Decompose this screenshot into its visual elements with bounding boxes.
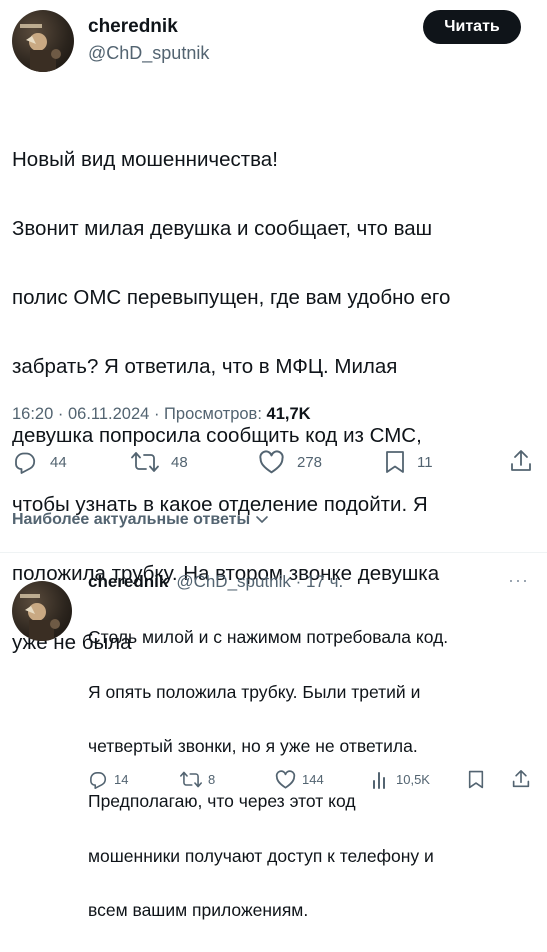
reply-like-button[interactable]: 144 — [275, 770, 324, 789]
reply-text-line: всем вашим приложениям. — [88, 900, 309, 921]
reply-bookmark-button[interactable] — [468, 770, 484, 789]
reply-author-name[interactable]: cherednik — [88, 572, 168, 592]
follow-button[interactable]: Читать — [423, 10, 521, 44]
like-button[interactable]: 278 — [258, 450, 322, 474]
more-icon[interactable]: ··· — [508, 570, 529, 591]
reply-text-line: Предполагаю, что через этот код — [88, 791, 356, 812]
chevron-down-icon — [256, 516, 268, 523]
author-name[interactable]: cherednik — [88, 16, 178, 38]
reply-views-count: 10,5K — [396, 772, 430, 787]
tweet-meta: 16:20 · 06.11.2024 · Просмотров: 41,7K — [12, 405, 311, 424]
reply-repost-count: 8 — [208, 772, 216, 787]
reply-author-handle[interactable]: @ChD_sputnik — [176, 572, 291, 592]
reply-repost-button[interactable]: 8 — [180, 770, 215, 789]
repost-icon — [131, 452, 159, 472]
tweet-text-line: забрать? Я ответила, что в МФЦ. Милая — [12, 354, 398, 378]
bookmark-icon — [386, 451, 404, 473]
divider — [0, 552, 547, 553]
tweet-actions: 44 48 278 11 — [0, 448, 547, 476]
reply-icon — [15, 452, 36, 474]
reply-share-button[interactable] — [512, 769, 530, 789]
reply-count: 44 — [50, 453, 67, 471]
meta-separator: · — [153, 405, 160, 423]
reply-actions: 14 8 144 10,5K — [0, 768, 547, 792]
reply-author-avatar[interactable] — [12, 581, 72, 641]
reply-like-count: 144 — [302, 772, 324, 787]
avatar-image — [20, 594, 60, 641]
reply-separator: · — [290, 572, 307, 591]
like-count: 278 — [297, 453, 323, 471]
reply-button[interactable]: 44 — [12, 450, 67, 474]
share-icon — [512, 769, 530, 788]
reply-reply-count: 14 — [114, 772, 129, 787]
reply-reply-button[interactable]: 14 — [88, 770, 128, 789]
reply-text-line: Столь милой и с нажимом потребовала код. — [88, 627, 449, 648]
meta-separator: · — [57, 405, 64, 423]
like-icon — [275, 770, 296, 789]
like-icon — [259, 450, 284, 474]
tweet-date[interactable]: 06.11.2024 — [68, 405, 149, 423]
repost-count: 48 — [171, 453, 188, 471]
author-handle[interactable]: @ChD_sputnik — [88, 43, 209, 64]
replies-sort-dropdown[interactable]: Наиболее актуальные ответы — [12, 511, 269, 529]
tweet-time[interactable]: 16:20 — [12, 405, 53, 423]
bookmark-count: 11 — [417, 453, 433, 471]
avatar-image — [20, 24, 61, 72]
reply-views-button[interactable]: 10,5K — [372, 770, 430, 789]
author-avatar[interactable] — [12, 10, 74, 72]
bookmark-button[interactable]: 11 — [385, 450, 433, 474]
reply-text-line: четвертый звонки, но я уже не ответила. — [88, 736, 418, 757]
repost-button[interactable]: 48 — [131, 450, 188, 474]
repost-icon — [180, 771, 202, 788]
reply-header: cherednik @ChD_sputnik · 17 ч. — [88, 572, 343, 592]
tweet-text-line: полис ОМС перевыпущен, где вам удобно ег… — [12, 285, 451, 309]
bookmark-icon — [468, 770, 484, 789]
share-icon — [511, 450, 531, 471]
views-icon — [373, 772, 385, 789]
views-count[interactable]: 41,7K — [267, 405, 311, 423]
share-button[interactable] — [510, 449, 532, 473]
views-label: Просмотров: — [164, 405, 262, 423]
reply-icon — [90, 771, 107, 789]
reply-time[interactable]: 17 ч. — [306, 572, 343, 592]
replies-sort-label: Наиболее актуальные ответы — [12, 511, 251, 528]
reply-text-line: мошенники получают доступ к телефону и — [88, 845, 434, 866]
tweet-text-line: Звонит милая девушка и сообщает, что ваш — [12, 216, 433, 240]
tweet-text-line: Новый вид мошенничества! — [12, 147, 278, 171]
reply-text-line: Я опять положила трубку. Были третий и — [88, 681, 421, 702]
